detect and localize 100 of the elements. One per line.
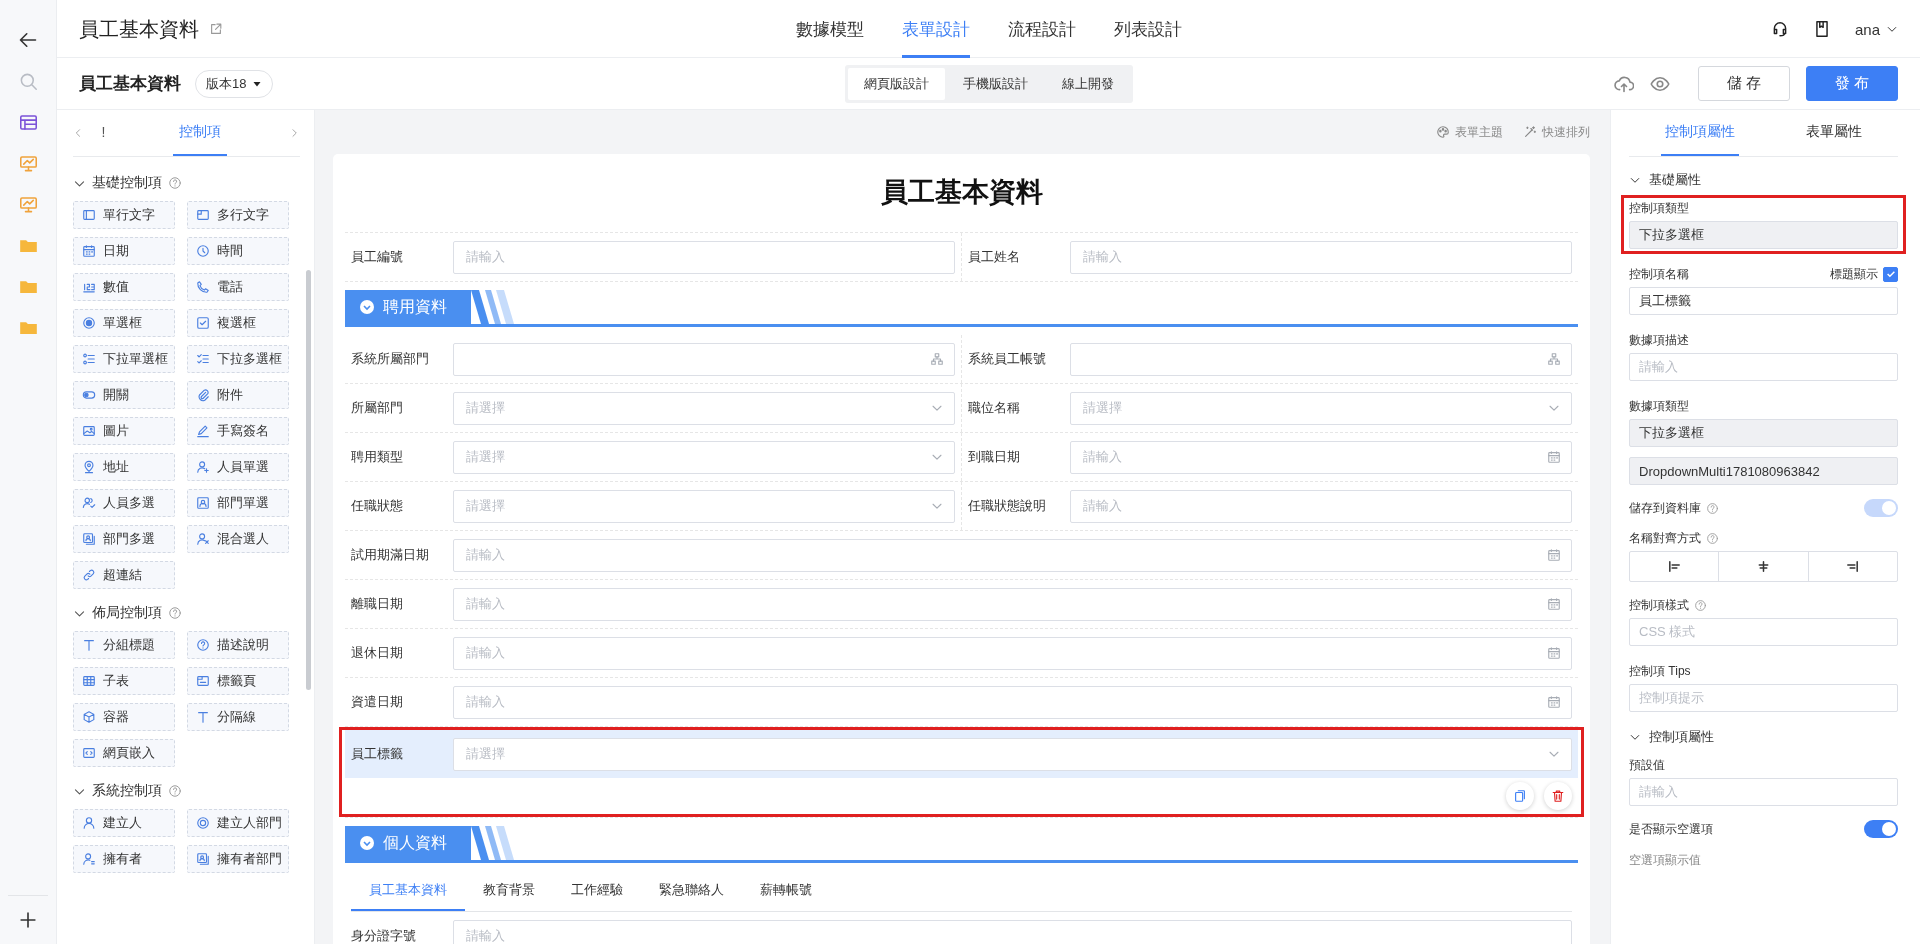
link-icon — [82, 568, 96, 582]
section-toggle[interactable]: 控制項屬性 — [1629, 724, 1898, 750]
align-right-icon — [1845, 559, 1861, 574]
control-tile[interactable]: 電話 — [187, 273, 289, 301]
control-tile[interactable]: 多行文字 — [187, 201, 289, 229]
control-tile[interactable]: 複選框 — [187, 309, 289, 337]
palette-tab[interactable]: ! — [95, 110, 112, 156]
control-tile[interactable]: 建立人 — [73, 809, 175, 837]
presentation-icon[interactable] — [18, 195, 38, 214]
checkbox-icon — [196, 316, 210, 330]
palette-tab[interactable]: 控制項 — [173, 110, 228, 156]
chevron-right-icon[interactable] — [289, 126, 300, 140]
field-label: 離職日期 — [351, 595, 404, 613]
control-tile[interactable]: 容器 — [73, 703, 175, 731]
field-label: 身分證字號 — [351, 927, 417, 944]
table-icon[interactable] — [18, 113, 38, 132]
form-tab[interactable]: 緊急聯絡人 — [641, 871, 742, 911]
control-tile[interactable]: 開關 — [73, 381, 175, 409]
control-tile[interactable]: 數值 — [73, 273, 175, 301]
form-tab[interactable]: 薪轉帳號 — [742, 871, 830, 911]
control-tile[interactable]: 下拉多選框 — [187, 345, 289, 373]
control-tile[interactable]: 日期 — [73, 237, 175, 265]
control-tile[interactable]: 擁有者 — [73, 845, 175, 873]
search-icon[interactable] — [18, 72, 38, 91]
help-icon[interactable] — [1706, 531, 1719, 545]
property-label: 數據項類型 — [1629, 397, 1689, 415]
nav-tab[interactable]: 列表設計 — [1113, 0, 1182, 58]
control-tile[interactable]: 人員單選 — [187, 453, 289, 481]
departments-icon — [196, 852, 210, 866]
form-tab[interactable]: 教育背景 — [465, 871, 553, 911]
plus-icon[interactable] — [18, 910, 38, 930]
pen-icon — [196, 424, 210, 438]
control-tile[interactable]: 標籤頁 — [187, 667, 289, 695]
control-tile[interactable]: 單行文字 — [73, 201, 175, 229]
control-tile[interactable]: 部門單選 — [187, 489, 289, 517]
control-tile[interactable]: 時間 — [187, 237, 289, 265]
nav-tab[interactable]: 數據模型 — [795, 0, 864, 58]
delete-button[interactable] — [1544, 782, 1572, 810]
copy-button[interactable] — [1506, 782, 1534, 810]
property-label: 儲存到資料庫 — [1629, 499, 1701, 517]
control-tile[interactable]: 手寫簽名 — [187, 417, 289, 445]
publish-button[interactable]: 發 布 — [1805, 66, 1898, 101]
checkbox[interactable] — [1883, 266, 1898, 282]
help-icon[interactable] — [1694, 598, 1707, 612]
persons-icon — [82, 496, 96, 510]
property-label: 是否顯示空選項 — [1629, 820, 1713, 838]
help-icon[interactable] — [168, 176, 182, 190]
field-label: 退休日期 — [351, 644, 404, 662]
properties-tab[interactable]: 控制項屬性 — [1660, 110, 1739, 156]
control-tile[interactable]: 超連結 — [73, 561, 175, 589]
control-tile[interactable]: 人員多選 — [73, 489, 175, 517]
control-tile[interactable]: 單選框 — [73, 309, 175, 337]
section-toggle[interactable]: 基礎屬性 — [1629, 167, 1898, 193]
align-segmented-control[interactable] — [1629, 551, 1898, 582]
text-area-icon — [196, 208, 210, 222]
control-tile[interactable]: 下拉單選框 — [73, 345, 175, 373]
control-tile[interactable]: 網頁嵌入 — [73, 739, 175, 767]
back-arrow-icon[interactable] — [18, 30, 38, 50]
control-tile[interactable]: 擁有者部門 — [187, 845, 289, 873]
input-field[interactable]: 員工標籤 — [1629, 287, 1898, 315]
control-tile[interactable]: 描述說明 — [187, 631, 289, 659]
presentation-icon[interactable] — [18, 154, 38, 173]
help-icon[interactable] — [168, 784, 182, 798]
calendar-icon — [1547, 646, 1561, 660]
control-tile[interactable]: 圖片 — [73, 417, 175, 445]
external-link-icon[interactable] — [209, 22, 223, 36]
form-tab[interactable]: 工作經驗 — [553, 871, 641, 911]
control-tile[interactable]: 分組標題 — [73, 631, 175, 659]
scrollbar[interactable] — [306, 270, 311, 690]
person-add-icon — [196, 460, 210, 474]
control-tile[interactable]: 附件 — [187, 381, 289, 409]
calendar-icon — [82, 244, 96, 258]
section-title: 聘用資料 — [383, 296, 447, 317]
control-tile[interactable]: 部門多選 — [73, 525, 175, 553]
collapse-icon[interactable] — [359, 835, 375, 851]
readonly-field: DropdownMulti1781080963842 — [1629, 457, 1898, 485]
department-icon — [196, 496, 210, 510]
org-picker-field[interactable] — [1070, 342, 1572, 376]
nav-tab[interactable]: 流程設計 — [1007, 0, 1076, 58]
selected-field-row[interactable]: 員工標籤 請選擇 — [345, 730, 1578, 778]
collapse-icon[interactable] — [359, 299, 375, 315]
save-button[interactable]: 儲 存 — [1697, 66, 1790, 101]
form-tab[interactable]: 員工基本資料 — [351, 871, 465, 911]
mode-tab[interactable]: 網頁版設計 — [847, 67, 945, 100]
property-label: 控制項名稱 — [1629, 265, 1689, 283]
mode-tab[interactable]: 手機版設計 — [946, 67, 1044, 100]
org-picker-field[interactable] — [453, 342, 955, 376]
check-list-icon — [196, 352, 210, 366]
control-tile[interactable]: 子表 — [73, 667, 175, 695]
control-tile[interactable]: 地址 — [73, 453, 175, 481]
user-menu[interactable]: ana — [1854, 20, 1898, 38]
control-tile[interactable]: 分隔線 — [187, 703, 289, 731]
properties-tab[interactable]: 表單屬性 — [1802, 110, 1867, 156]
field-label: 職位名稱 — [968, 399, 1021, 417]
mode-tab[interactable]: 線上開發 — [1045, 67, 1130, 100]
help-icon[interactable] — [168, 606, 182, 620]
control-tile[interactable]: 建立人部門 — [187, 809, 289, 837]
control-tile[interactable]: 混合選人 — [187, 525, 289, 553]
nav-tab[interactable]: 表單設計 — [901, 0, 970, 58]
toggle-switch[interactable] — [1864, 820, 1898, 838]
